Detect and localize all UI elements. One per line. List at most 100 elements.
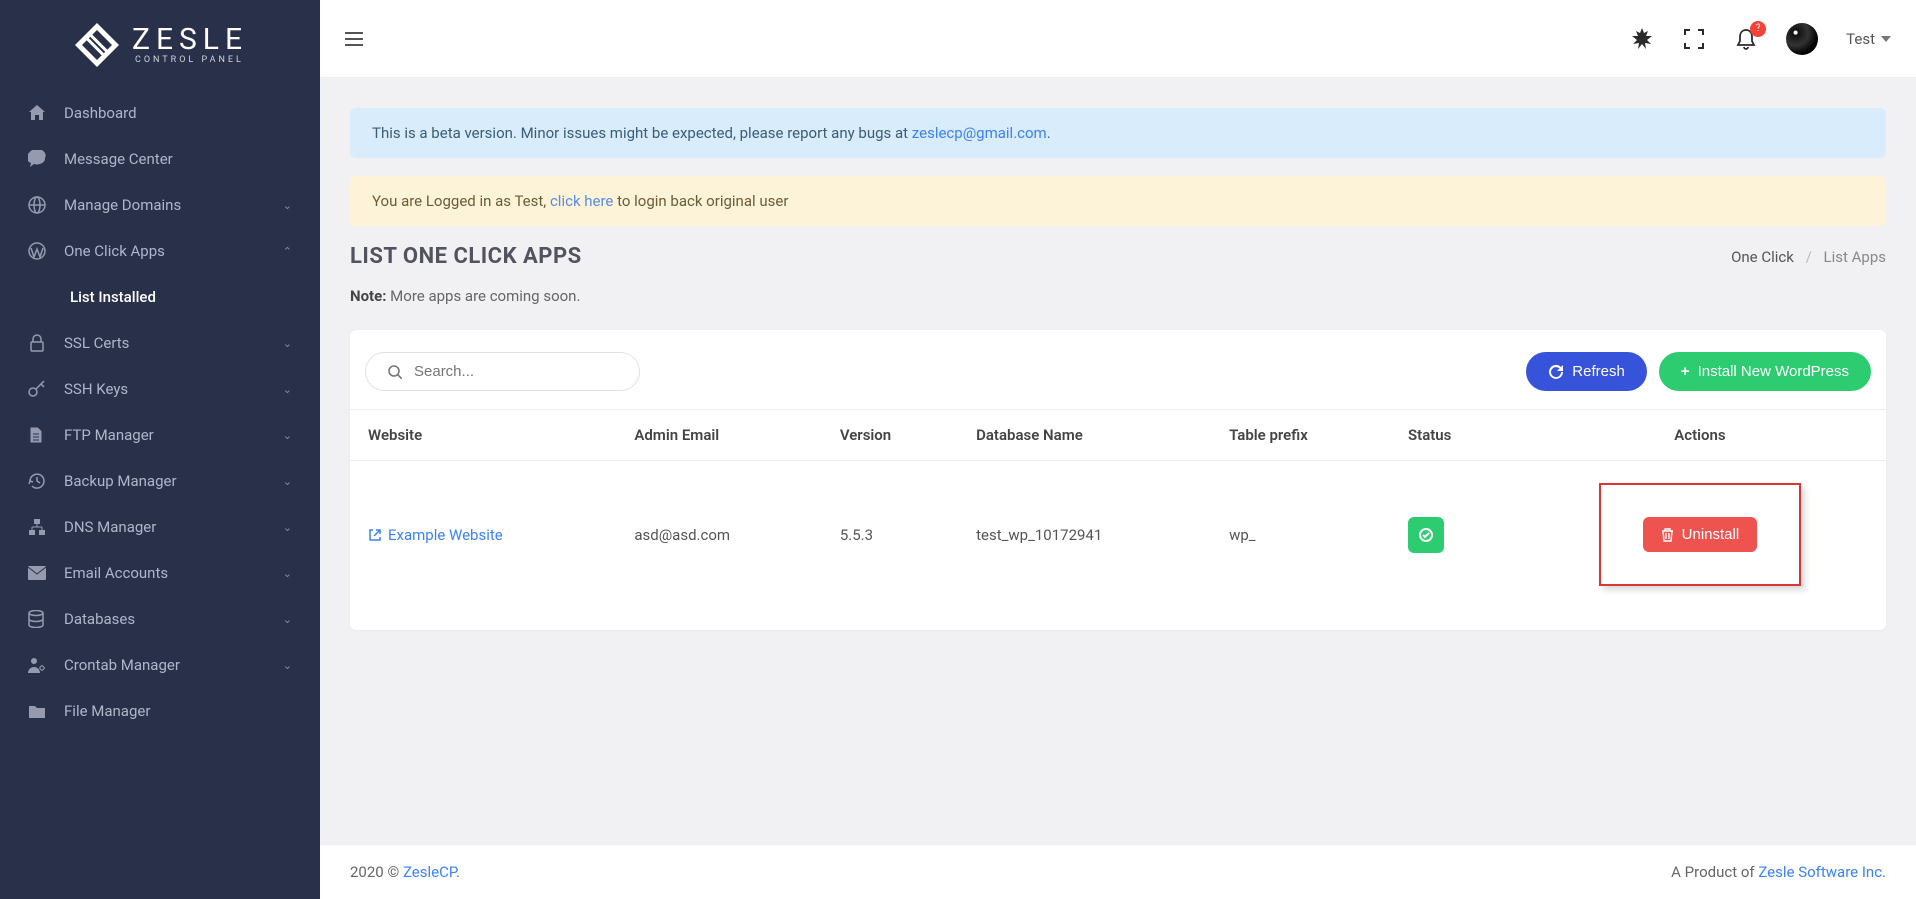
sidebar-item-backup-manager[interactable]: Backup Manager ⌄ [0,458,320,504]
sidebar-item-ftp-manager[interactable]: FTP Manager ⌄ [0,412,320,458]
file-icon [28,426,48,444]
uninstall-button[interactable]: Uninstall [1643,517,1758,552]
user-menu[interactable]: Test [1846,30,1891,48]
sidebar-item-dashboard[interactable]: Dashboard [0,90,320,136]
sidebar-item-crontab-manager[interactable]: Crontab Manager ⌄ [0,642,320,688]
footer-company-link[interactable]: Zesle Software Inc. [1758,863,1886,881]
search-icon [388,365,402,379]
alert-text-end: to login back original user [613,192,788,210]
version-cell: 5.5.3 [822,461,958,609]
chevron-down-icon: ⌄ [283,567,292,580]
menu-toggle-icon[interactable] [345,32,363,46]
page-content: This is a beta version. Minor issues mig… [320,78,1916,844]
sidebar-item-manage-domains[interactable]: Manage Domains ⌄ [0,182,320,228]
actions-cell: Uninstall [1514,461,1886,609]
key-icon [28,380,48,398]
sidebar-item-label: Backup Manager [64,472,283,490]
plus-icon: + [1681,363,1690,380]
folder-icon [28,704,48,719]
bell-icon[interactable]: ? [1734,27,1758,51]
column-header: Actions [1514,410,1886,461]
sidebar-item-email-accounts[interactable]: Email Accounts ⌄ [0,550,320,596]
topbar: ? Test [320,0,1916,78]
notification-badge: ? [1750,21,1766,37]
alert-text-end: . [1047,124,1051,142]
apps-card: Refresh + Install New WordPress WebsiteA… [350,330,1886,630]
website-name: Example Website [388,526,503,544]
login-as-alert: You are Logged in as Test, click here to… [350,176,1886,226]
footer-right-text: A Product of [1671,863,1758,881]
network-icon [28,518,48,536]
uninstall-label: Uninstall [1682,526,1740,543]
breadcrumb-root[interactable]: One Click [1731,248,1794,266]
install-label: Install New WordPress [1698,363,1849,380]
sidebar-item-databases[interactable]: Databases ⌄ [0,596,320,642]
sidebar-item-label: Dashboard [64,104,292,122]
column-header: Version [822,410,958,461]
chevron-down-icon: ⌄ [283,337,292,350]
refresh-label: Refresh [1572,363,1625,380]
lock-icon [28,334,48,352]
sidebar-item-label: One Click Apps [64,242,283,260]
history-icon [28,472,48,490]
page-note: Note: More apps are coming soon. [350,287,1886,305]
external-link-icon [368,528,382,542]
admin-email-cell: asd@asd.com [616,461,821,609]
alert-text: You are Logged in as Test, [372,192,550,210]
sidebar-item-label: Crontab Manager [64,656,283,674]
logo-icon [72,20,122,70]
apps-table: WebsiteAdmin EmailVersionDatabase NameTa… [350,409,1886,608]
sidebar-item-message-center[interactable]: Message Center [0,136,320,182]
sidebar-item-label: DNS Manager [64,518,283,536]
sidebar-item-label: File Manager [64,702,292,720]
chevron-down-icon: ⌄ [283,659,292,672]
footer-brand-link[interactable]: ZesleCP [403,863,456,881]
dashboard-icon [28,104,48,122]
column-header: Table prefix [1211,410,1390,461]
leaf-icon[interactable] [1630,27,1654,51]
highlight-box: Uninstall [1599,483,1802,586]
website-link[interactable]: Example Website [368,526,503,544]
message-icon [28,150,48,168]
install-wordpress-button[interactable]: + Install New WordPress [1659,352,1871,391]
brand-logo[interactable]: ZESLE CONTROL PANEL [0,0,320,90]
column-header: Database Name [958,410,1211,461]
refresh-button[interactable]: Refresh [1526,352,1647,391]
page-title: LIST ONE CLICK APPS [350,244,582,269]
sidebar-item-label: Databases [64,610,283,628]
alert-text: This is a beta version. Minor issues mig… [372,124,912,142]
usercog-icon [28,656,48,674]
table-row: Example Website asd@asd.com 5.5.3 test_w… [350,461,1886,609]
sidebar-item-label: Email Accounts [64,564,283,582]
sidebar-item-label: SSL Certs [64,334,283,352]
chevron-down-icon: ⌄ [283,521,292,534]
database-icon [28,610,48,628]
sidebar-item-ssh-keys[interactable]: SSH Keys ⌄ [0,366,320,412]
breadcrumb: One Click / List Apps [1731,248,1886,266]
column-header: Status [1390,410,1514,461]
chevron-down-icon [1881,36,1891,42]
sidebar-subitem-list-installed[interactable]: List Installed [0,274,320,320]
fullscreen-icon[interactable] [1682,27,1706,51]
avatar[interactable] [1786,23,1818,55]
refresh-icon [1548,364,1564,380]
note-label: Note: [350,287,386,305]
globe-icon [28,196,48,214]
beta-email-link[interactable]: zeslecp@gmail.com [912,124,1047,142]
sidebar-item-label: Manage Domains [64,196,283,214]
sidebar-item-ssl-certs[interactable]: SSL Certs ⌄ [0,320,320,366]
sidebar-item-dns-manager[interactable]: DNS Manager ⌄ [0,504,320,550]
column-header: Website [350,410,616,461]
search-input[interactable] [414,363,617,380]
dbname-cell: test_wp_10172941 [958,461,1211,609]
username-label: Test [1846,30,1875,48]
chevron-down-icon: ⌄ [283,383,292,396]
status-cell [1390,461,1514,609]
main-nav: Dashboard Message Center Manage Domains … [0,90,320,734]
chevron-down-icon: ⌄ [283,475,292,488]
sidebar-item-one-click-apps[interactable]: One Click Apps ⌃ [0,228,320,274]
brand-name: ZESLE [132,25,248,55]
login-back-link[interactable]: click here [550,192,613,210]
sidebar-item-file-manager[interactable]: File Manager [0,688,320,734]
search-box[interactable] [365,352,640,391]
